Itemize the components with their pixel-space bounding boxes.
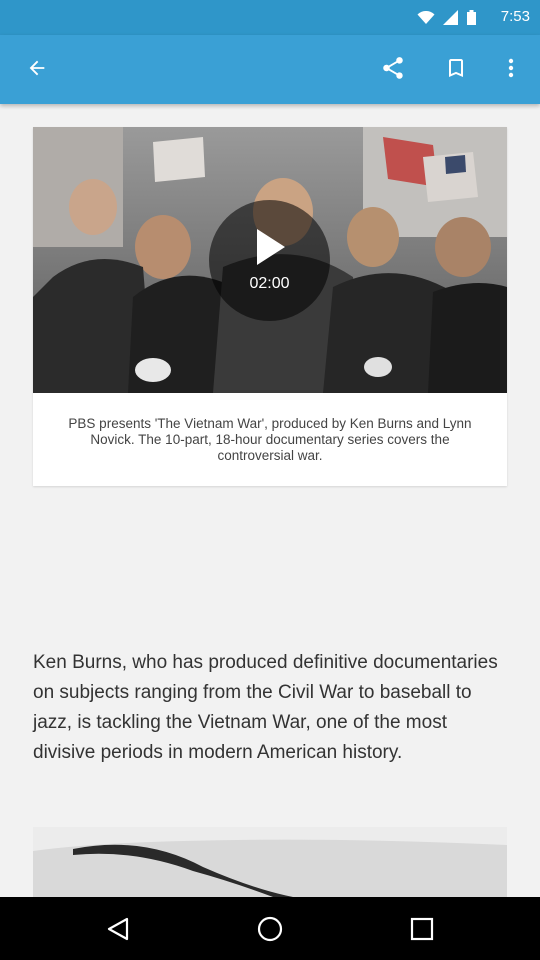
nav-recent-icon — [410, 917, 434, 941]
article-photo-image — [33, 827, 507, 897]
nav-back-button[interactable] — [95, 906, 141, 952]
video-card: 02:00 PBS presents 'The Vietnam War', pr… — [33, 127, 507, 486]
nav-recent-button[interactable] — [399, 906, 445, 952]
bookmark-icon — [449, 59, 463, 77]
back-arrow-icon — [29, 60, 45, 76]
more-vert-icon — [508, 58, 514, 78]
navigation-bar — [0, 897, 540, 960]
status-bar: 7:53 — [0, 0, 540, 35]
article-paragraph: Ken Burns, who has produced definitive d… — [33, 652, 498, 763]
more-options-button[interactable] — [489, 46, 533, 90]
nav-back-icon — [107, 917, 129, 941]
back-button[interactable] — [15, 46, 59, 90]
bookmark-button[interactable] — [434, 46, 478, 90]
share-icon — [383, 57, 403, 79]
play-icon — [257, 229, 285, 265]
video-duration: 02:00 — [249, 275, 290, 292]
signal-icon — [443, 10, 458, 25]
video-thumbnail[interactable]: 02:00 — [33, 127, 507, 393]
nav-home-button[interactable] — [247, 906, 293, 952]
play-button[interactable]: 02:00 — [209, 200, 330, 321]
video-caption: PBS presents 'The Vietnam War', produced… — [68, 416, 472, 463]
status-icons — [417, 10, 476, 25]
share-button[interactable] — [371, 46, 415, 90]
battery-icon — [467, 10, 476, 25]
status-time: 7:53 — [500, 8, 530, 25]
nav-home-icon — [257, 916, 283, 942]
wifi-icon — [417, 10, 435, 24]
article-image[interactable] — [33, 827, 507, 897]
